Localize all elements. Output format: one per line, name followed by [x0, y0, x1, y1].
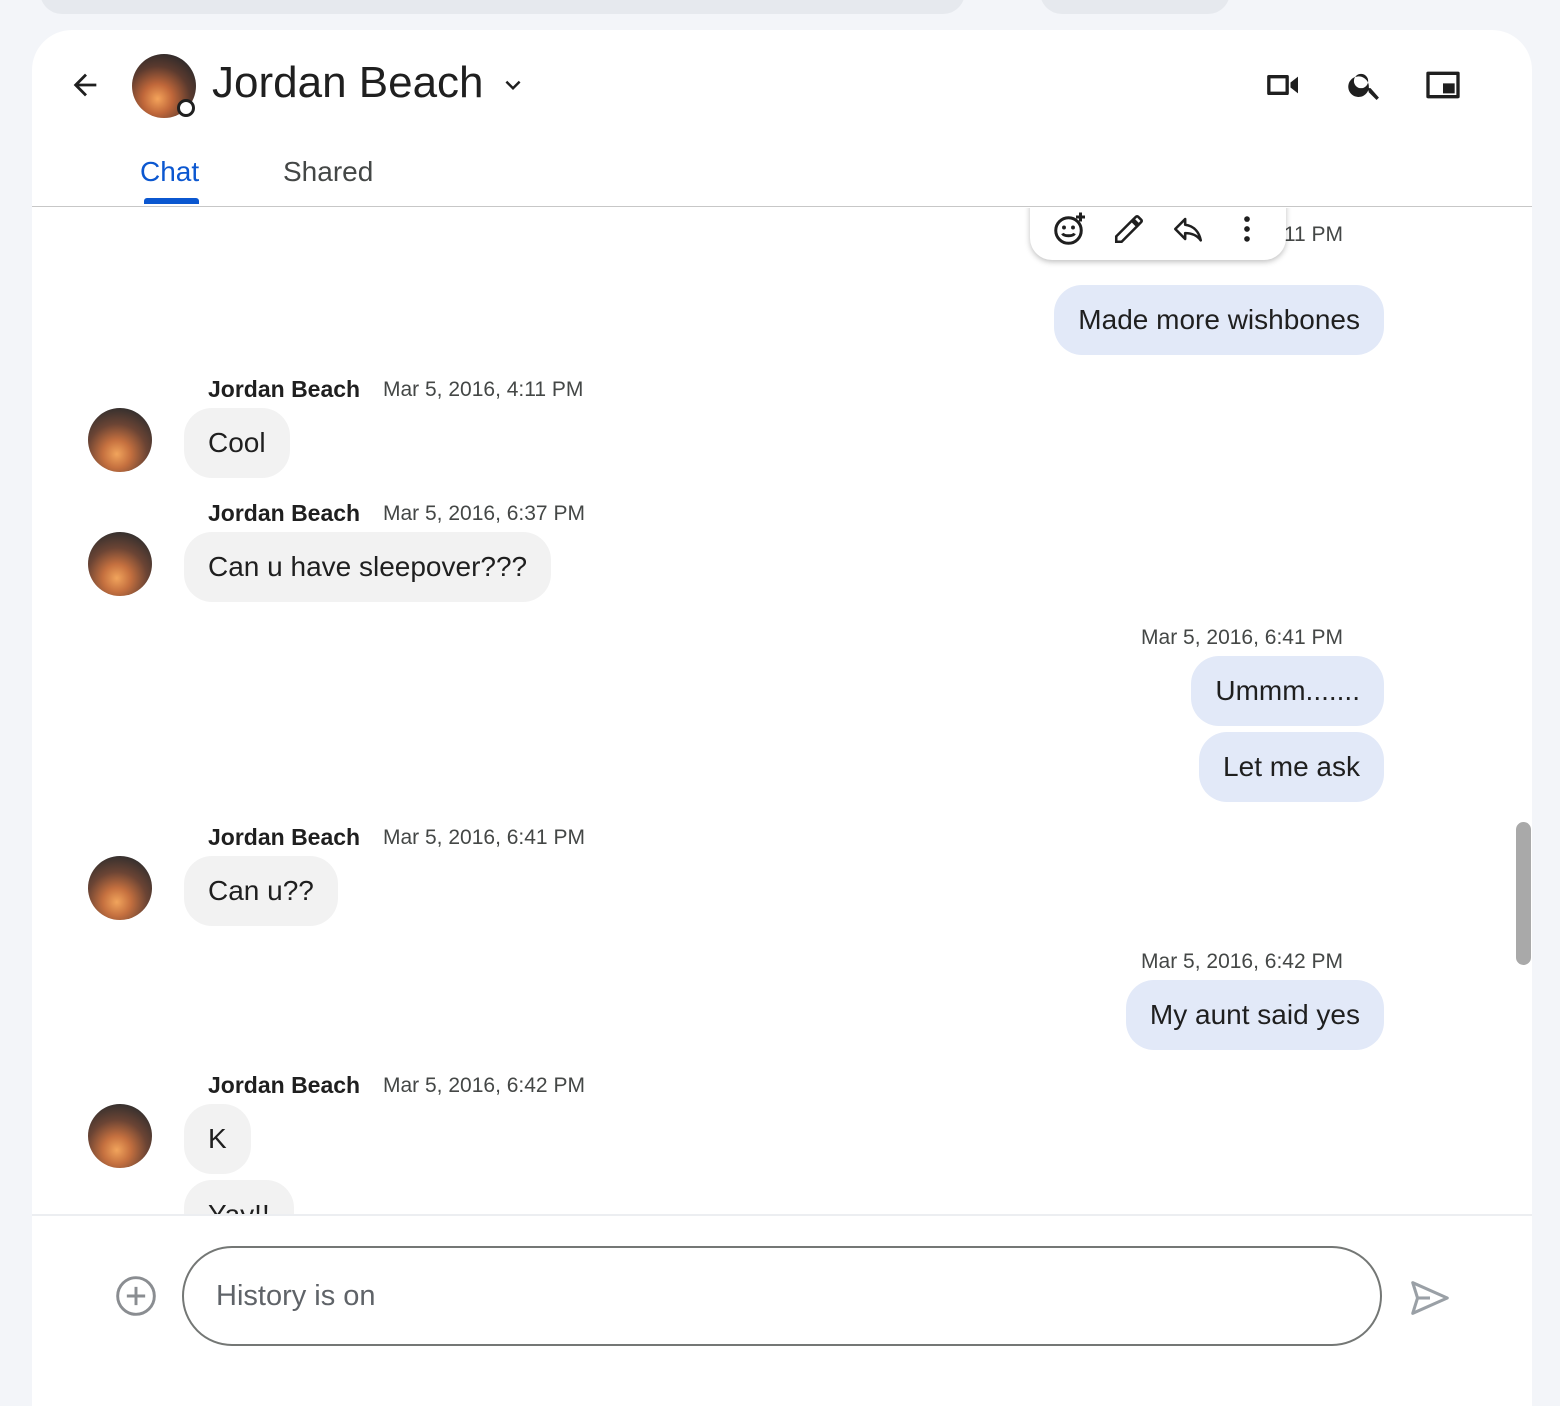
- message-timestamp: Mar 5, 2016, 6:42 PM: [1141, 950, 1343, 973]
- message-bubble-incoming[interactable]: Can u have sleepover???: [184, 532, 552, 602]
- message-bubble-outgoing[interactable]: Ummm.......: [1191, 656, 1384, 726]
- top-status-pill: [1040, 0, 1230, 14]
- message-bubble-incoming[interactable]: Cool: [184, 408, 290, 478]
- message-bubble-incoming[interactable]: K: [184, 1104, 251, 1174]
- avatar[interactable]: [88, 408, 152, 472]
- reply-button[interactable]: [1168, 209, 1208, 249]
- back-button[interactable]: [60, 60, 110, 110]
- message-input-container: [182, 1246, 1382, 1346]
- tab-chat[interactable]: Chat: [140, 156, 199, 188]
- top-search-pill: [40, 0, 965, 14]
- picture-in-picture-icon: [1426, 71, 1460, 99]
- tab-bar: Chat Shared: [32, 140, 1532, 207]
- composer-divider: [32, 1214, 1532, 1216]
- tab-shared[interactable]: Shared: [283, 156, 373, 188]
- message-bubble-incoming[interactable]: Can u??: [184, 856, 338, 926]
- reply-icon: [1173, 217, 1202, 242]
- message-actions-toolbar: [1030, 208, 1286, 260]
- message-timestamp: Mar 5, 2016, 6:41 PM: [1141, 626, 1343, 649]
- message-timestamp: Mar 5, 2016, 6:41 PM: [383, 826, 585, 849]
- message-bubble-outgoing[interactable]: My aunt said yes: [1125, 980, 1384, 1050]
- add-reaction-button[interactable]: [1050, 209, 1090, 249]
- search-button[interactable]: [1342, 62, 1388, 108]
- message-bubble-outgoing[interactable]: Made more wishbones: [1054, 285, 1384, 355]
- chat-panel: Jordan Beach Chat Shared :11 PM Made mor…: [32, 30, 1532, 1406]
- message-timestamp: :11 PM: [1278, 223, 1343, 246]
- presence-status-icon: [177, 99, 195, 117]
- sender-name: Jordan Beach: [208, 376, 361, 402]
- video-camera-icon: [1267, 75, 1298, 95]
- scrollbar-thumb[interactable]: [1516, 822, 1531, 965]
- message-input[interactable]: [216, 1248, 1346, 1344]
- sender-name: Jordan Beach: [208, 500, 361, 526]
- chevron-down-icon: [505, 80, 521, 90]
- more-vert-icon: [1243, 216, 1250, 242]
- arrow-left-icon: [73, 73, 97, 97]
- sender-name: Jordan Beach: [208, 1072, 361, 1098]
- message-list[interactable]: :11 PM Made more wishbones Jordan Beach …: [32, 208, 1532, 1214]
- page-title[interactable]: Jordan Beach: [212, 58, 484, 108]
- avatar[interactable]: [88, 1104, 152, 1168]
- pop-out-button[interactable]: [1420, 62, 1466, 108]
- message-bubble-incoming[interactable]: Yay!!: [184, 1180, 294, 1214]
- title-dropdown-button[interactable]: [496, 68, 530, 102]
- message-bubble-outgoing[interactable]: Let me ask: [1199, 732, 1384, 802]
- avatar[interactable]: [88, 532, 152, 596]
- message-timestamp: Mar 5, 2016, 6:42 PM: [383, 1074, 585, 1097]
- add-circle-icon: [116, 1276, 156, 1316]
- avatar[interactable]: [88, 856, 152, 920]
- edit-message-button[interactable]: [1109, 209, 1149, 249]
- active-tab-indicator: [144, 198, 199, 204]
- more-options-button[interactable]: [1227, 209, 1267, 249]
- message-timestamp: Mar 5, 2016, 6:37 PM: [383, 502, 585, 525]
- sender-name: Jordan Beach: [208, 824, 361, 850]
- add-attachment-button[interactable]: [114, 1274, 158, 1318]
- edit-icon: [1114, 215, 1143, 244]
- send-button[interactable]: [1406, 1274, 1454, 1322]
- video-call-button[interactable]: [1260, 62, 1306, 108]
- send-icon: [1411, 1281, 1449, 1315]
- search-icon: [1348, 73, 1379, 101]
- message-timestamp: Mar 5, 2016, 4:11 PM: [383, 378, 584, 401]
- add-reaction-icon: [1053, 212, 1085, 245]
- chat-header: Jordan Beach: [32, 30, 1532, 140]
